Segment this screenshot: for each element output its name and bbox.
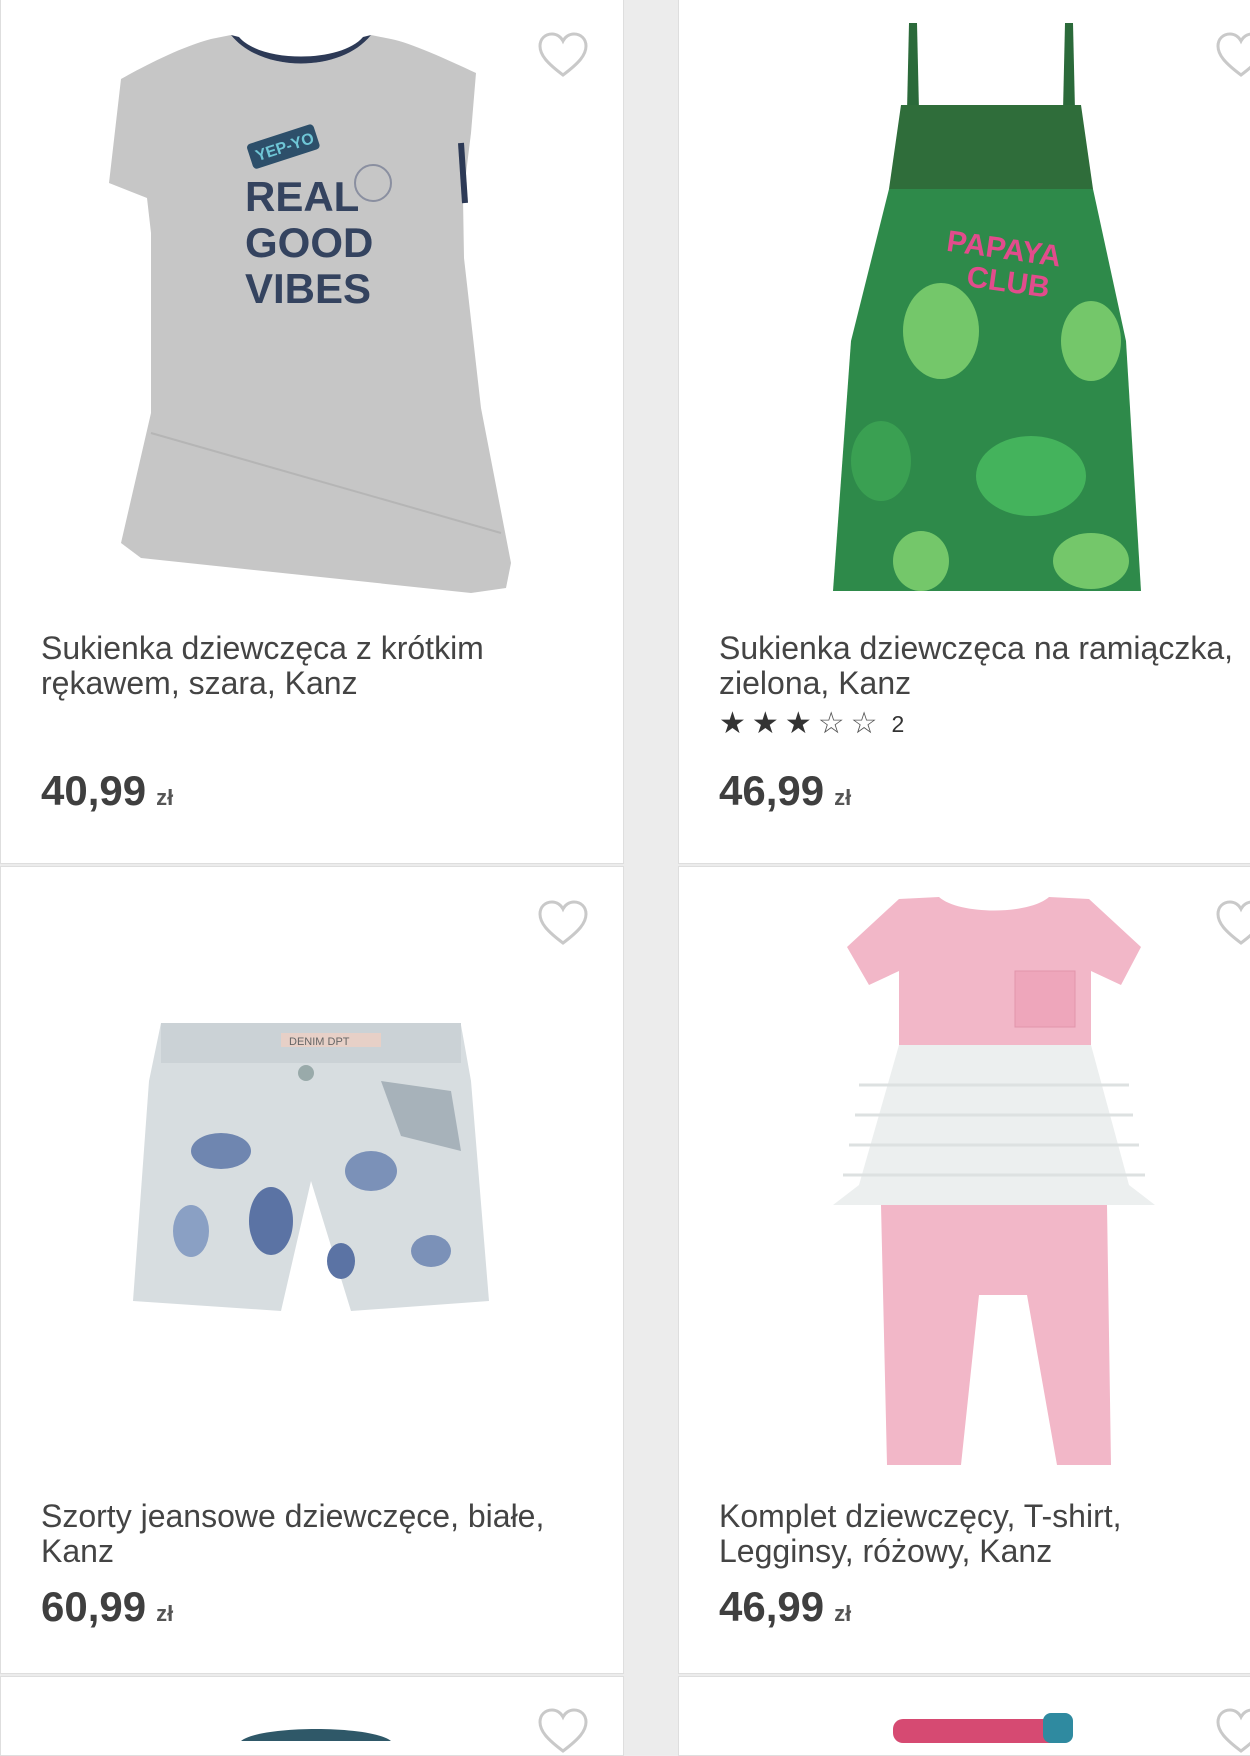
price-value: 46,99 <box>719 1583 825 1630</box>
product-image-grey-dress[interactable]: YEP-YO REAL GOOD VIBES <box>101 33 541 593</box>
heart-icon[interactable] <box>1215 1707 1250 1755</box>
product-price: 60,99 zł <box>41 1583 173 1631</box>
product-price: 40,99 zł <box>41 767 173 815</box>
product-title[interactable]: Sukienka dziewczęca na ramiączka, zielon… <box>719 631 1250 701</box>
product-card[interactable]: PAPAYA CLUB Sukienka dziewczęca na ramią… <box>678 0 1250 864</box>
product-card[interactable]: YEP-YO REAL GOOD VIBES Sukienka dziewczę… <box>0 0 624 864</box>
star-filled-icon: ★ <box>751 706 779 741</box>
product-image-green-dress[interactable]: PAPAYA CLUB <box>831 21 1151 595</box>
heart-icon[interactable] <box>537 899 589 947</box>
heart-icon[interactable] <box>1215 899 1250 947</box>
product-title[interactable]: Szorty jeansowe dziewczęce, białe, Kanz <box>41 1499 581 1569</box>
product-card[interactable]: DENIM DPT Szorty jeansowe dziewczęce, bi… <box>0 866 624 1674</box>
price-value: 46,99 <box>719 767 825 814</box>
product-image-partial[interactable] <box>893 1713 1073 1743</box>
print-denim-dpt: DENIM DPT <box>289 1036 350 1048</box>
product-image-denim-shorts[interactable]: DENIM DPT <box>131 1021 491 1331</box>
price-currency: zł <box>156 785 174 810</box>
price-currency: zł <box>834 785 852 810</box>
star-empty-icon: ☆ <box>850 706 878 741</box>
product-card[interactable] <box>678 1676 1250 1756</box>
rating-stars: ★ ★ ★ ☆ ☆ 2 <box>719 707 904 741</box>
product-price: 46,99 zł <box>719 767 851 815</box>
star-filled-icon: ★ <box>719 706 746 741</box>
product-image-pink-set[interactable] <box>829 895 1159 1465</box>
price-value: 40,99 <box>41 767 147 814</box>
print-real: REAL <box>245 173 359 220</box>
price-currency: zł <box>834 1601 852 1626</box>
print-vibes: VIBES <box>245 265 371 312</box>
heart-icon[interactable] <box>1215 31 1250 79</box>
price-currency: zł <box>156 1601 174 1626</box>
star-filled-icon: ★ <box>784 706 812 741</box>
star-empty-icon: ☆ <box>817 706 845 741</box>
product-image-partial[interactable] <box>241 1721 391 1741</box>
rating-count: 2 <box>891 710 905 737</box>
product-card[interactable]: Komplet dziewczęcy, T-shirt, Legginsy, r… <box>678 866 1250 1674</box>
product-price: 46,99 zł <box>719 1583 851 1631</box>
print-good: GOOD <box>245 219 373 266</box>
product-card[interactable] <box>0 1676 624 1756</box>
product-title[interactable]: Komplet dziewczęcy, T-shirt, Legginsy, r… <box>719 1499 1250 1569</box>
heart-icon[interactable] <box>537 1707 589 1755</box>
price-value: 60,99 <box>41 1583 147 1630</box>
heart-icon[interactable] <box>537 31 589 79</box>
product-title[interactable]: Sukienka dziewczęca z krótkim rękawem, s… <box>41 631 581 701</box>
